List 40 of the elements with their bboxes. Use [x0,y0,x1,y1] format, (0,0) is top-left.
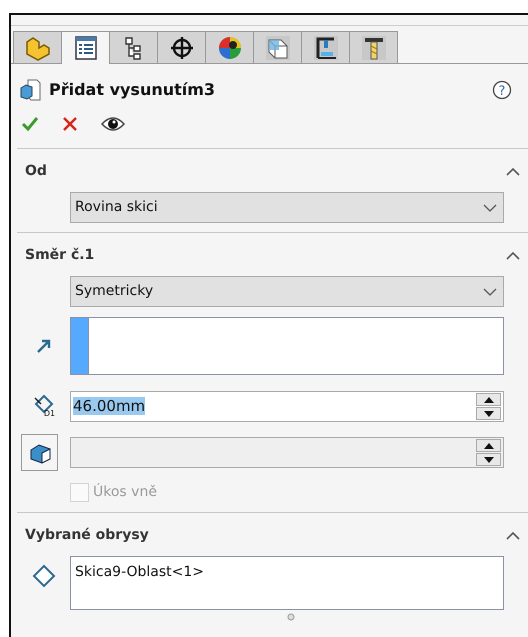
diamond-icon [32,564,56,588]
triangle-up-icon [484,396,494,402]
dimension-label: D1 [44,408,56,420]
tab[interactable] [301,31,350,63]
chevron-down-icon [483,204,497,212]
list-item[interactable]: Skica9-Oblast<1> [71,557,503,588]
spin-up-button[interactable] [476,393,501,406]
triangle-up-icon [484,442,494,448]
preview-button[interactable] [101,116,125,132]
chevron-down-icon [483,288,497,296]
help-button[interactable]: ? [492,80,512,100]
ok-button[interactable] [21,116,39,132]
collapse-button[interactable] [506,531,520,540]
resize-handle-icon[interactable] [287,613,295,621]
dropdown[interactable]: Symetricky [70,276,504,307]
dropdown[interactable]: Rovina skici [70,192,504,223]
collapse-button[interactable] [506,251,520,260]
spin-down-button[interactable] [476,407,501,420]
depth-field[interactable]: 46.00mm [70,391,504,422]
draft-button[interactable] [21,434,58,471]
cube-icon [28,442,52,464]
checkbox-label: Úkos vně [93,482,157,502]
section-title: Směr č.1 [25,246,94,265]
tab[interactable] [253,31,302,63]
selection-list[interactable]: Skica9-Oblast<1> [70,556,504,610]
cancel-button[interactable] [63,117,77,131]
tab[interactable] [61,31,110,64]
triangle-down-icon [484,456,494,462]
collapse-button[interactable] [506,167,520,176]
tab[interactable] [349,31,398,63]
reverse-direction-button[interactable] [36,338,52,354]
panel-title: Přidat vysunutím3 [49,79,216,101]
extrude-icon [19,78,41,102]
selection-list[interactable] [70,317,504,375]
tab[interactable] [205,31,254,63]
section-title: Vybrané obrysy [25,526,149,545]
triangle-down-icon [484,410,494,416]
section-title: Od [25,162,47,181]
tab[interactable] [157,31,206,63]
tab[interactable] [109,31,158,63]
